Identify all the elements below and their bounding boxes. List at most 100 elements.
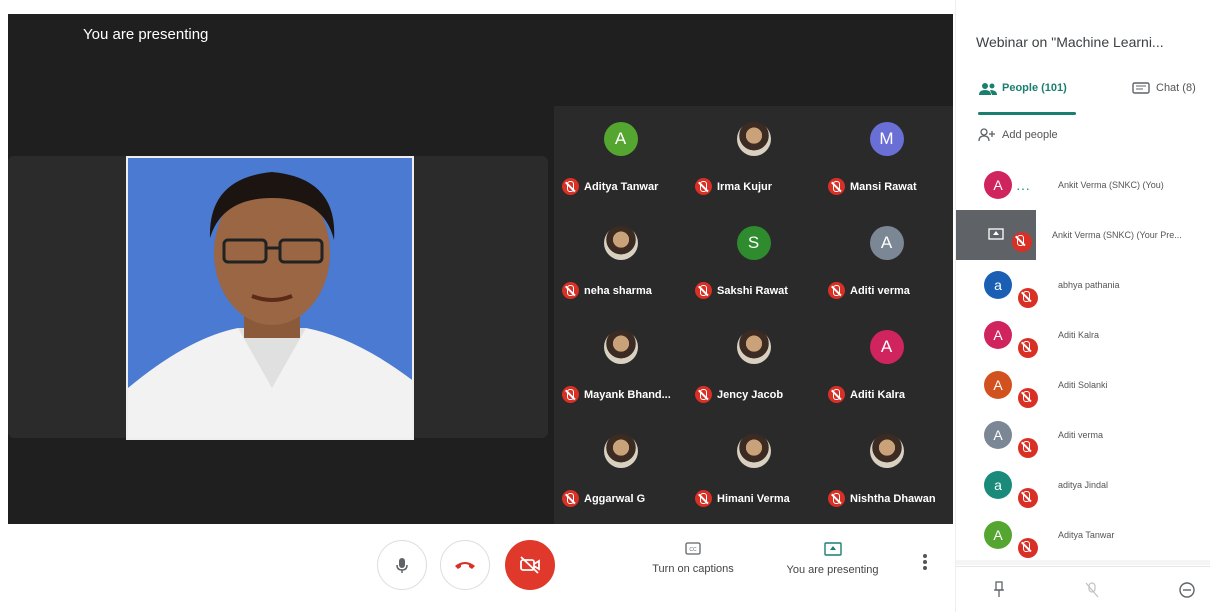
person-avatar: A	[984, 421, 1012, 449]
active-tab-indicator	[978, 112, 1076, 115]
participant-photo	[603, 330, 638, 364]
participant-tile[interactable]: A Aditi verma	[820, 210, 953, 314]
tab-chat-label: Chat (8)	[1156, 82, 1196, 94]
person-name: Aditi Solanki	[1058, 380, 1108, 390]
participant-name: Mayank Bhand...	[584, 388, 671, 401]
person-name: aditya Jindal	[1058, 480, 1109, 490]
participant-photo	[603, 226, 638, 260]
people-list: A ··· Ankit Verma (SNKC) (You) Ankit Ver…	[956, 160, 1210, 565]
captions-button[interactable]: CC Turn on captions	[643, 542, 743, 575]
person-row[interactable]: A Aditi Solanki	[956, 360, 1210, 410]
person-name: Aditya Tanwar	[1058, 530, 1115, 540]
participant-photo	[736, 434, 771, 468]
person-name: Ankit Verma (SNKC) (You)	[1058, 180, 1164, 190]
participant-tile[interactable]: A Aditya Tanwar	[554, 106, 687, 210]
participant-tile[interactable]: S Sakshi Rawat	[687, 210, 820, 314]
phone-hangup-icon	[455, 562, 475, 569]
participant-name: neha sharma	[584, 284, 652, 297]
mic-off-icon	[695, 178, 712, 195]
more-options-button[interactable]	[918, 552, 932, 574]
add-people-button[interactable]: Add people	[978, 128, 1058, 142]
captions-icon: CC	[685, 542, 701, 555]
participant-name: Himani Verma	[717, 492, 790, 505]
pin-icon[interactable]	[992, 581, 1006, 599]
presenter-photo	[126, 156, 414, 440]
participant-grid: A Aditya Tanwar Irma Kujur M Mansi Rawat…	[554, 106, 953, 524]
tab-chat[interactable]: Chat (8)	[1132, 82, 1196, 96]
presenting-label: You are presenting	[83, 26, 209, 43]
participant-name: Aditi Kalra	[850, 388, 906, 401]
mic-off-icon	[1018, 388, 1038, 408]
participant-tile[interactable]: Jency Jacob	[687, 314, 820, 418]
tab-people[interactable]: People (101)	[978, 82, 1078, 114]
more-vertical-icon	[918, 554, 932, 570]
participant-tile[interactable]: M Mansi Rawat	[820, 106, 953, 210]
mic-off-icon	[695, 386, 712, 403]
person-row[interactable]: A Aditya Tanwar	[956, 510, 1210, 560]
call-controls-bar: CC Turn on captions You are presenting	[0, 524, 955, 612]
participant-tile[interactable]: Aggarwal G	[554, 418, 687, 522]
participant-name: Aggarwal G	[584, 492, 646, 505]
mic-off-icon	[1018, 288, 1038, 308]
person-row[interactable]: A Aditi Kalra	[956, 310, 1210, 360]
participant-photo	[736, 330, 771, 364]
video-stage: You are presenting A Aditya Tanwar Irma …	[8, 14, 953, 524]
person-row[interactable]: a abhya pathania	[956, 260, 1210, 310]
add-people-label: Add people	[1002, 129, 1058, 141]
participant-photo	[869, 434, 904, 468]
person-row[interactable]: A ··· Ankit Verma (SNKC) (You)	[956, 160, 1210, 210]
remove-participant-icon[interactable]	[1178, 581, 1196, 599]
mic-off-icon	[562, 386, 579, 403]
present-label: You are presenting	[786, 564, 879, 576]
presentation-thumb	[956, 210, 1036, 260]
participant-name: Aditi verma	[850, 284, 910, 297]
participant-tile[interactable]: Himani Verma	[687, 418, 820, 522]
person-row[interactable]: A Aditi verma	[956, 410, 1210, 460]
participant-tile[interactable]: Nishtha Dhawan	[820, 418, 953, 522]
svg-text:CC: CC	[689, 547, 697, 553]
participant-name: Sakshi Rawat	[717, 284, 788, 297]
mic-off-icon	[828, 490, 845, 507]
tab-people-label: People (101)	[1002, 82, 1067, 94]
hangup-button[interactable]	[440, 540, 490, 590]
person-row[interactable]: a aditya Jindal	[956, 460, 1210, 510]
person-avatar: A	[984, 321, 1012, 349]
mic-off-icon	[1012, 232, 1032, 252]
person-avatar: A	[984, 171, 1012, 199]
participant-name: Irma Kujur	[717, 180, 773, 193]
participant-avatar: M	[869, 122, 904, 156]
more-dots-icon: ···	[1016, 180, 1030, 196]
participant-tile[interactable]: Mayank Bhand...	[554, 314, 687, 418]
chat-icon	[1132, 82, 1150, 94]
camera-off-icon	[520, 556, 540, 574]
participant-name: Jency Jacob	[717, 388, 784, 401]
mic-off-icon	[1018, 488, 1038, 508]
captions-label: Turn on captions	[652, 563, 734, 575]
person-name: Ankit Verma (SNKC) (Your Pre...	[1052, 230, 1182, 240]
participant-tile[interactable]: A Aditi Kalra	[820, 314, 953, 418]
participant-avatar: S	[736, 226, 771, 260]
mic-off-icon	[1018, 438, 1038, 458]
mic-off-icon	[828, 386, 845, 403]
participant-name: Nishtha Dhawan	[850, 492, 936, 505]
people-icon	[979, 83, 997, 95]
mic-button[interactable]	[377, 540, 427, 590]
panel-footer	[956, 566, 1210, 612]
microphone-icon	[396, 558, 408, 573]
add-person-icon	[978, 128, 995, 142]
present-button[interactable]: You are presenting	[780, 542, 885, 576]
camera-toggle-button[interactable]	[505, 540, 555, 590]
participant-tile[interactable]: Irma Kujur	[687, 106, 820, 210]
person-row[interactable]: Ankit Verma (SNKC) (Your Pre...	[956, 210, 1210, 260]
person-name: abhya pathania	[1058, 280, 1120, 290]
participant-tile[interactable]: neha sharma	[554, 210, 687, 314]
person-avatar: A	[984, 521, 1012, 549]
person-avatar: a	[984, 271, 1012, 299]
mic-off-icon	[1018, 538, 1038, 558]
mic-off-icon	[695, 490, 712, 507]
mute-participant-icon[interactable]	[1084, 581, 1100, 599]
present-screen-icon	[823, 542, 842, 556]
meet-window: You are presenting A Aditya Tanwar Irma …	[0, 0, 1210, 612]
participant-avatar: A	[869, 330, 904, 364]
mic-off-icon	[695, 282, 712, 299]
